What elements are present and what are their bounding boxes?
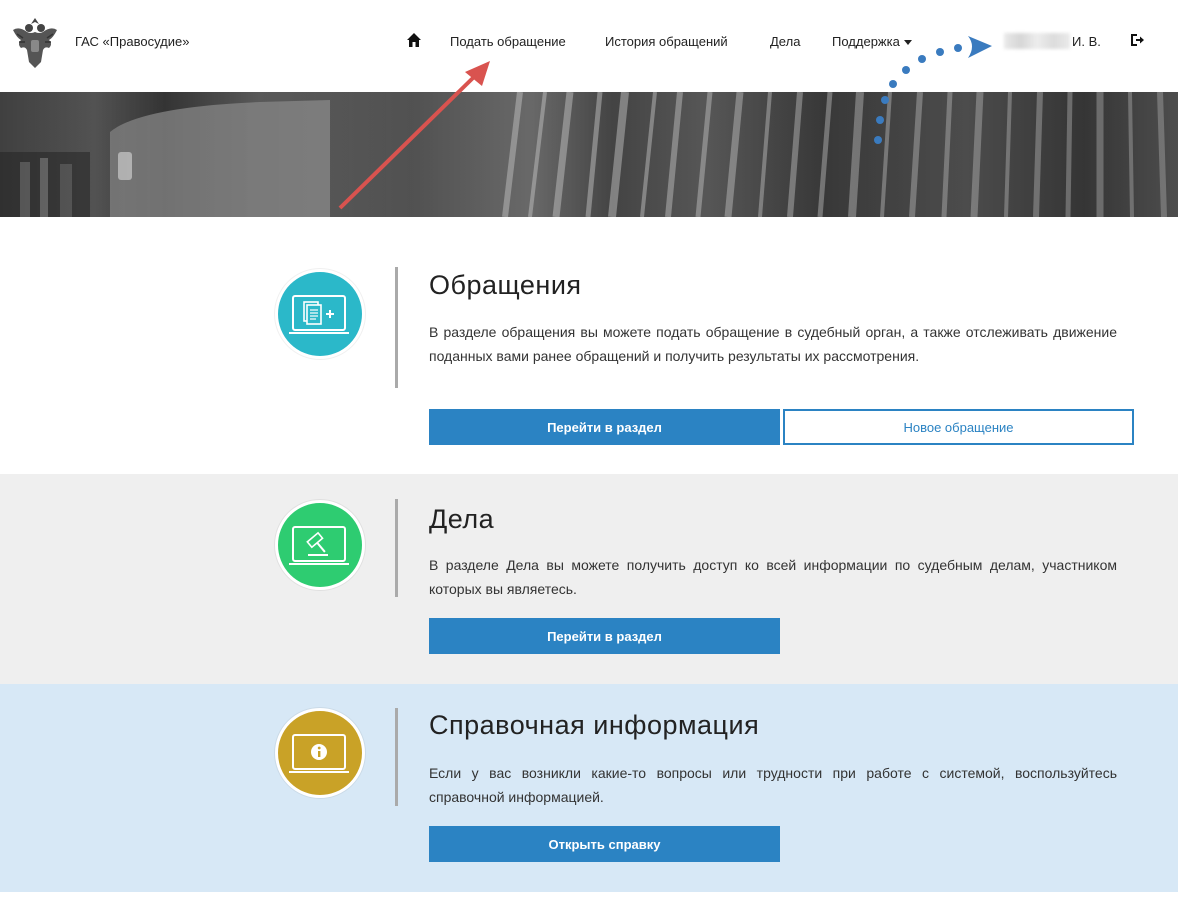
user-surname-redacted xyxy=(1004,33,1070,49)
user-initials[interactable]: И. В. xyxy=(1072,34,1101,49)
document-add-icon xyxy=(275,269,365,359)
gavel-icon xyxy=(275,500,365,590)
top-header: ГАС «Правосудие» Подать обращение Истори… xyxy=(0,0,1178,92)
brand-name[interactable]: ГАС «Правосудие» xyxy=(75,34,189,49)
home-icon[interactable] xyxy=(405,31,423,49)
appeals-go-to-section-button[interactable]: Перейти в раздел xyxy=(429,409,780,445)
section-description: В разделе Дела вы можете получить доступ… xyxy=(429,557,1117,597)
section-description: Если у вас возникли какие-то вопросы или… xyxy=(429,765,1117,805)
nav-cases[interactable]: Дела xyxy=(770,34,800,49)
logout-icon[interactable] xyxy=(1128,31,1146,49)
section-help: Справочная информация Если у вас возникл… xyxy=(0,684,1178,892)
nav-support-dropdown[interactable]: Поддержка xyxy=(832,34,912,49)
new-appeal-button[interactable]: Новое обращение xyxy=(783,409,1134,445)
nav-support-label: Поддержка xyxy=(832,34,900,49)
section-divider xyxy=(395,708,398,806)
emblem-logo[interactable] xyxy=(5,12,65,72)
section-divider xyxy=(395,267,398,388)
section-title: Справочная информация xyxy=(429,710,760,740)
info-icon xyxy=(275,708,365,798)
section-cases: Дела В разделе Дела вы можете получить д… xyxy=(0,474,1178,684)
section-title: Дела xyxy=(429,504,495,534)
section-divider xyxy=(395,499,398,597)
section-appeals: Обращения В разделе обращения вы можете … xyxy=(0,217,1178,474)
chevron-down-icon xyxy=(903,40,912,46)
open-help-button[interactable]: Открыть справку xyxy=(429,826,780,862)
cases-go-to-section-button[interactable]: Перейти в раздел xyxy=(429,618,780,654)
section-title: Обращения xyxy=(429,270,582,300)
header-banner-image xyxy=(0,92,1178,217)
nav-submit-appeal[interactable]: Подать обращение xyxy=(450,34,566,49)
section-description: В разделе обращения вы можете подать обр… xyxy=(429,324,1117,364)
nav-appeal-history[interactable]: История обращений xyxy=(605,34,728,49)
